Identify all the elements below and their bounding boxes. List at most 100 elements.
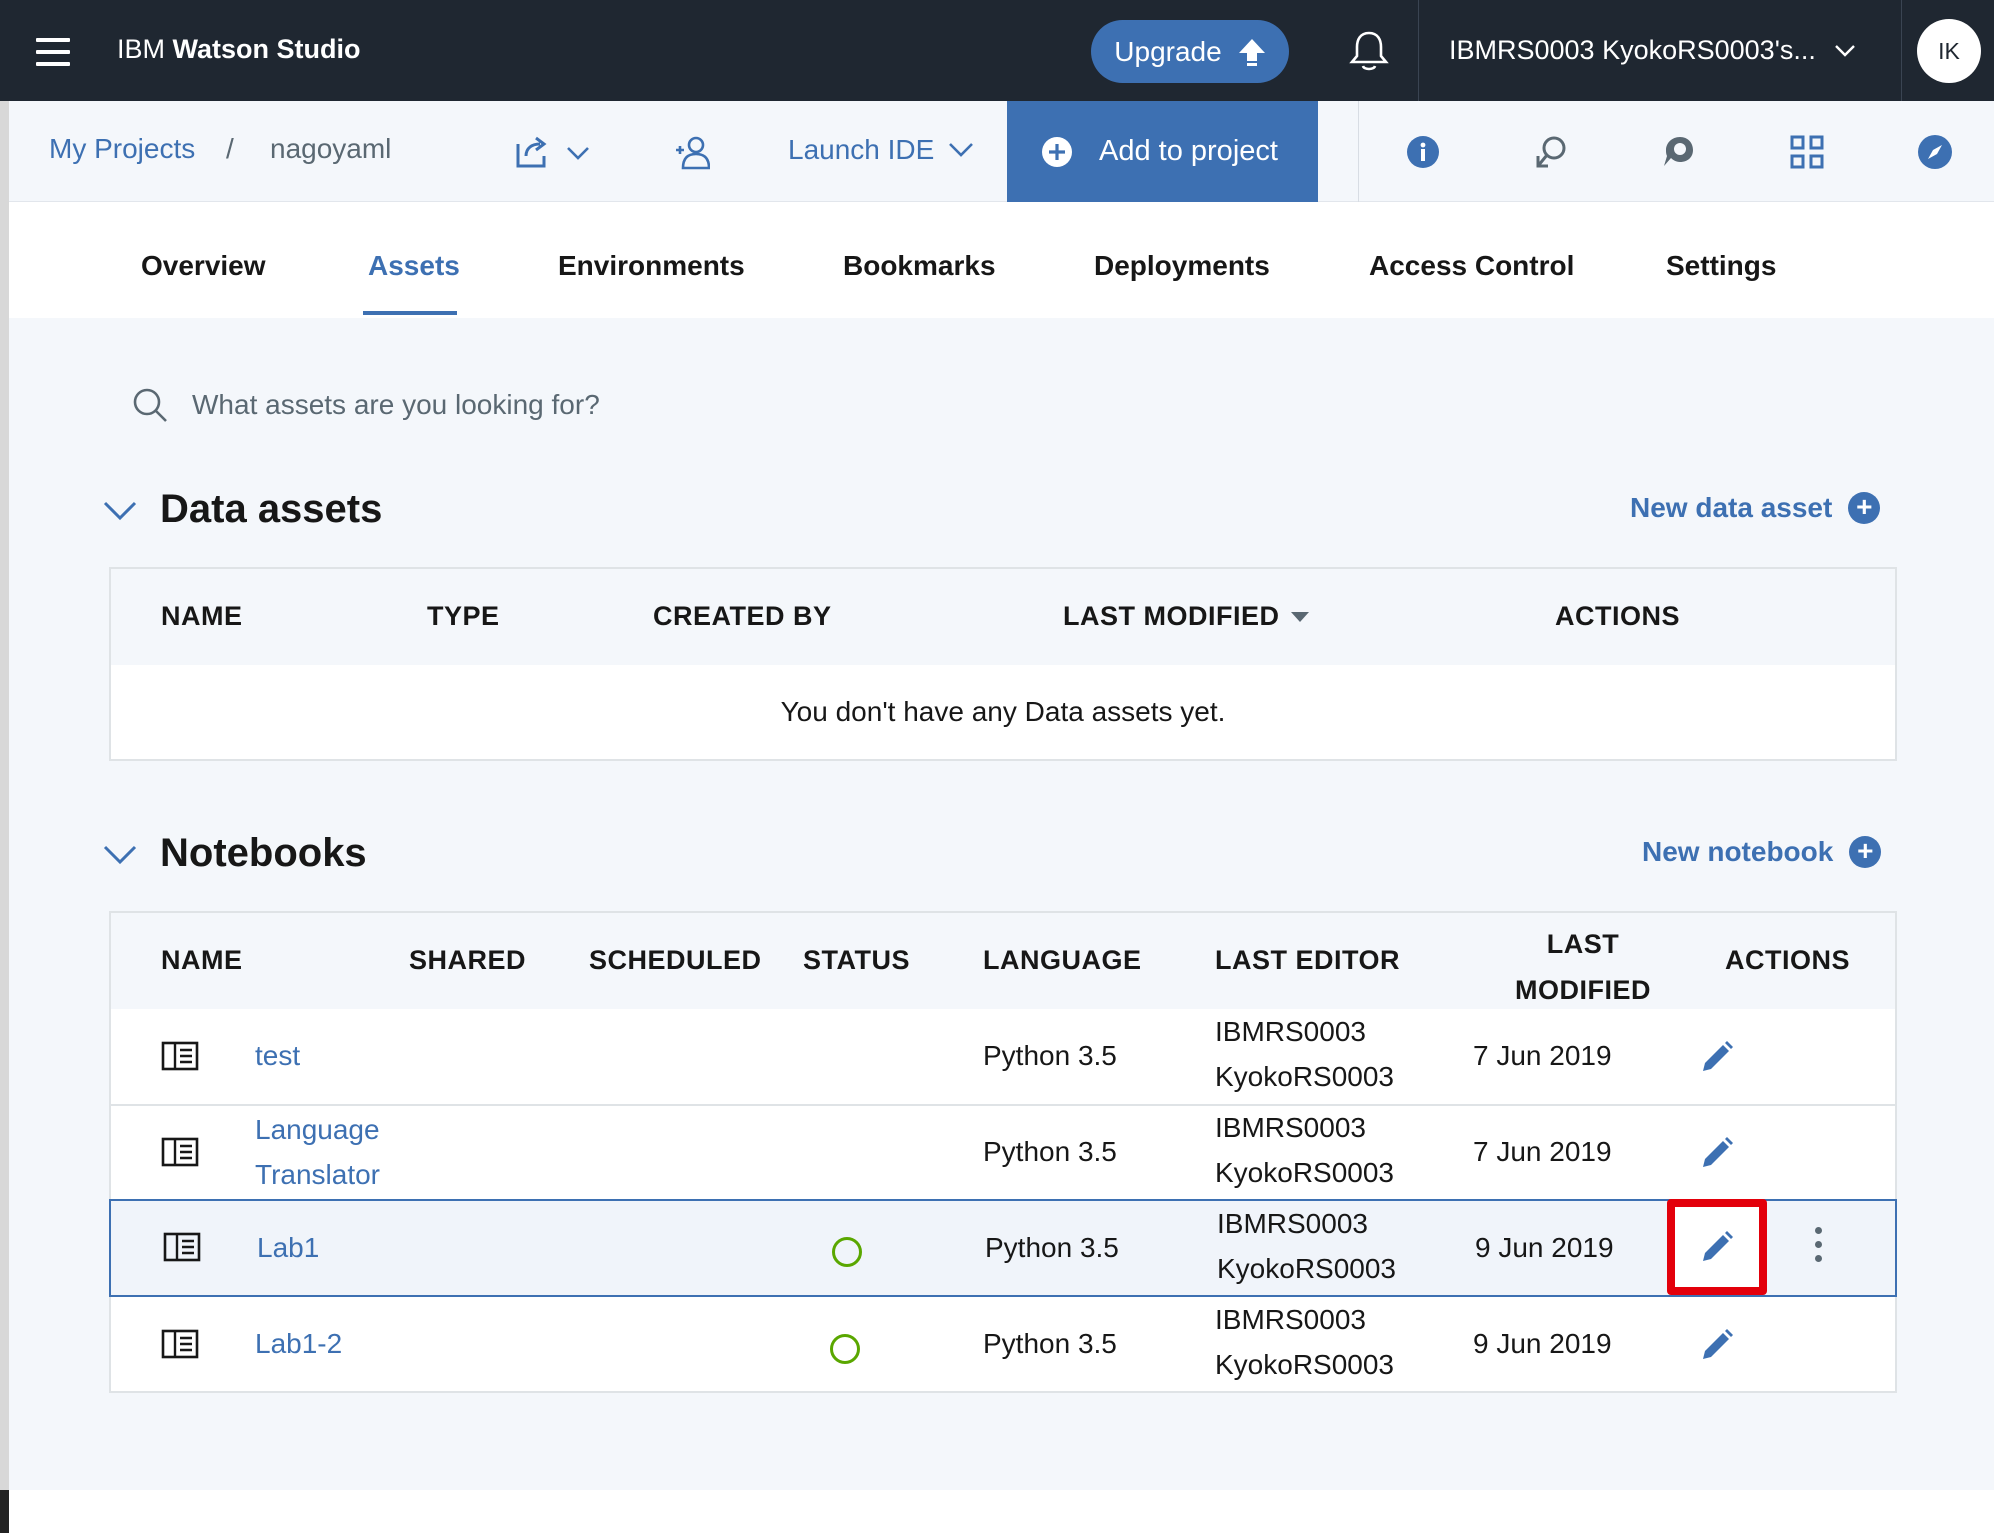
language-cell: Python 3.5 bbox=[983, 1040, 1117, 1071]
pin-button[interactable] bbox=[1533, 134, 1569, 170]
info-icon bbox=[1407, 136, 1439, 168]
notebook-name-link[interactable]: test bbox=[255, 1033, 300, 1078]
language-cell: Python 3.5 bbox=[983, 1136, 1117, 1167]
add-to-project-label: Add to project bbox=[1099, 135, 1278, 167]
tab-environments[interactable]: Environments bbox=[558, 250, 745, 282]
plus-circle-icon: + bbox=[1848, 492, 1881, 524]
kebab-icon[interactable] bbox=[1815, 1227, 1822, 1269]
column-header-status[interactable]: STATUS bbox=[803, 945, 910, 976]
notebook-icon bbox=[161, 1137, 199, 1167]
column-header-actions: ACTIONS bbox=[1725, 945, 1850, 975]
share-arrow-icon bbox=[516, 136, 547, 168]
launch-ide-label: Launch IDE bbox=[788, 134, 935, 165]
chevron-down-icon bbox=[567, 147, 589, 160]
add-collaborator-button[interactable] bbox=[674, 134, 711, 170]
chat-button[interactable] bbox=[1660, 134, 1696, 170]
column-header-name[interactable]: NAME bbox=[161, 601, 243, 632]
notebook-icon bbox=[161, 1041, 199, 1071]
breadcrumb-my-projects[interactable]: My Projects bbox=[49, 133, 195, 165]
breadcrumb-project-name: nagoyaml bbox=[270, 133, 392, 164]
column-header-language[interactable]: LANGUAGE bbox=[983, 945, 1142, 976]
column-header-name[interactable]: NAME bbox=[161, 945, 243, 976]
new-notebook-label: New notebook bbox=[1642, 836, 1834, 867]
last-editor-line2: KyokoRS0003 bbox=[1217, 1253, 1397, 1284]
tab-overview[interactable]: Overview bbox=[141, 250, 266, 282]
table-row[interactable]: test Python 3.5 IBMRS0003 KyokoRS0003 7 … bbox=[111, 1009, 1895, 1105]
column-header-type[interactable]: TYPE bbox=[427, 601, 500, 632]
notebook-icon bbox=[163, 1232, 201, 1262]
upgrade-button[interactable]: Upgrade bbox=[1091, 20, 1289, 83]
grid-icon bbox=[1790, 135, 1824, 169]
pencil-icon[interactable] bbox=[1700, 1136, 1734, 1170]
table-row[interactable]: Lab1-2 Python 3.5 IBMRS0003 KyokoRS0003 … bbox=[111, 1297, 1895, 1393]
notebook-name-link[interactable]: Lab1-2 bbox=[255, 1321, 342, 1366]
notebooks-table: NAME SHARED SCHEDULED STATUS LANGUAGE LA… bbox=[109, 911, 1897, 1393]
brand-product: Watson Studio bbox=[172, 34, 361, 64]
chat-icon bbox=[1664, 137, 1693, 166]
notifications-button[interactable] bbox=[1347, 28, 1391, 74]
data-assets-title: Data assets bbox=[160, 487, 383, 531]
window-edge bbox=[0, 101, 9, 1533]
chevron-down-icon bbox=[949, 143, 974, 157]
sort-down-icon bbox=[1290, 611, 1309, 622]
compass-button[interactable] bbox=[1917, 134, 1953, 170]
search-input[interactable] bbox=[190, 388, 794, 422]
tab-assets[interactable]: Assets bbox=[368, 250, 460, 282]
tab-access-control[interactable]: Access Control bbox=[1369, 250, 1574, 282]
export-menu-button[interactable] bbox=[514, 134, 594, 174]
tab-deployments[interactable]: Deployments bbox=[1094, 250, 1270, 282]
window-edge-bottom bbox=[0, 1490, 9, 1533]
hamburger-icon[interactable] bbox=[36, 38, 70, 74]
add-to-project-button[interactable]: Add to project bbox=[1007, 101, 1318, 202]
column-header-shared[interactable]: SHARED bbox=[409, 945, 526, 976]
collapse-data-assets-icon[interactable] bbox=[103, 500, 137, 522]
edit-button-highlight[interactable] bbox=[1667, 1199, 1767, 1295]
column-header-last-modified[interactable]: LAST MODIFIED bbox=[1063, 601, 1310, 632]
last-modified-cell: 7 Jun 2019 bbox=[1473, 1040, 1612, 1071]
brand-prefix: IBM bbox=[117, 34, 166, 64]
new-notebook-button[interactable]: New notebook + bbox=[1642, 836, 1882, 868]
asset-search[interactable] bbox=[110, 370, 810, 440]
pencil-icon[interactable] bbox=[1700, 1328, 1734, 1362]
grid-view-button[interactable] bbox=[1789, 134, 1825, 170]
chevron-down-icon bbox=[1835, 44, 1855, 57]
tab-settings[interactable]: Settings bbox=[1666, 250, 1776, 282]
new-data-asset-label: New data asset bbox=[1630, 492, 1833, 523]
upgrade-label: Upgrade bbox=[1114, 35, 1222, 67]
account-switcher[interactable]: IBMRS0003 KyokoRS0003's... bbox=[1418, 0, 1902, 101]
last-editor-line2: KyokoRS0003 bbox=[1215, 1061, 1395, 1092]
column-header-last-modified[interactable]: LAST MODIFIED bbox=[1483, 921, 1683, 1013]
column-header-scheduled[interactable]: SCHEDULED bbox=[589, 945, 762, 976]
last-editor-line2: KyokoRS0003 bbox=[1215, 1157, 1395, 1188]
product-brand[interactable]: IBM Watson Studio bbox=[117, 34, 361, 65]
collapse-notebooks-icon[interactable] bbox=[103, 844, 137, 866]
language-cell: Python 3.5 bbox=[983, 1328, 1117, 1359]
last-editor-line2: KyokoRS0003 bbox=[1215, 1349, 1395, 1380]
last-modified-line2: MODIFIED bbox=[1515, 975, 1651, 1005]
last-editor-line1: IBMRS0003 bbox=[1217, 1208, 1368, 1239]
breadcrumb-separator: / bbox=[226, 133, 234, 164]
search-icon bbox=[133, 388, 167, 422]
project-info-button[interactable] bbox=[1406, 135, 1440, 169]
avatar[interactable]: IK bbox=[1917, 19, 1981, 83]
table-row-selected[interactable]: Lab1 Python 3.5 IBMRS0003 KyokoRS0003 9 … bbox=[109, 1199, 1897, 1297]
new-data-asset-button[interactable]: New data asset + bbox=[1630, 492, 1881, 524]
last-editor-line1: IBMRS0003 bbox=[1215, 1016, 1366, 1047]
column-header-last-editor[interactable]: LAST EDITOR bbox=[1215, 945, 1400, 976]
bell-icon bbox=[1349, 31, 1389, 71]
launch-ide-menu[interactable]: Launch IDE bbox=[788, 134, 974, 166]
pencil-icon[interactable] bbox=[1700, 1040, 1734, 1074]
add-collaborator-icon bbox=[676, 136, 711, 170]
table-row[interactable]: Language Translator Python 3.5 IBMRS0003… bbox=[111, 1105, 1895, 1201]
upload-arrow-icon bbox=[1238, 38, 1265, 66]
notebook-icon bbox=[161, 1329, 199, 1359]
pencil-icon[interactable] bbox=[1700, 1230, 1734, 1264]
notebook-name-link[interactable]: Lab1 bbox=[257, 1225, 319, 1270]
last-modified-cell: 9 Jun 2019 bbox=[1473, 1328, 1612, 1359]
empty-table-message: You don't have any Data assets yet. bbox=[780, 696, 1226, 727]
tab-bookmarks[interactable]: Bookmarks bbox=[843, 250, 996, 282]
column-header-actions: ACTIONS bbox=[1555, 601, 1680, 631]
notebook-name-link[interactable]: Language Translator bbox=[255, 1107, 380, 1197]
column-header-created-by[interactable]: CREATED BY bbox=[653, 601, 832, 632]
compass-icon bbox=[1918, 135, 1952, 169]
